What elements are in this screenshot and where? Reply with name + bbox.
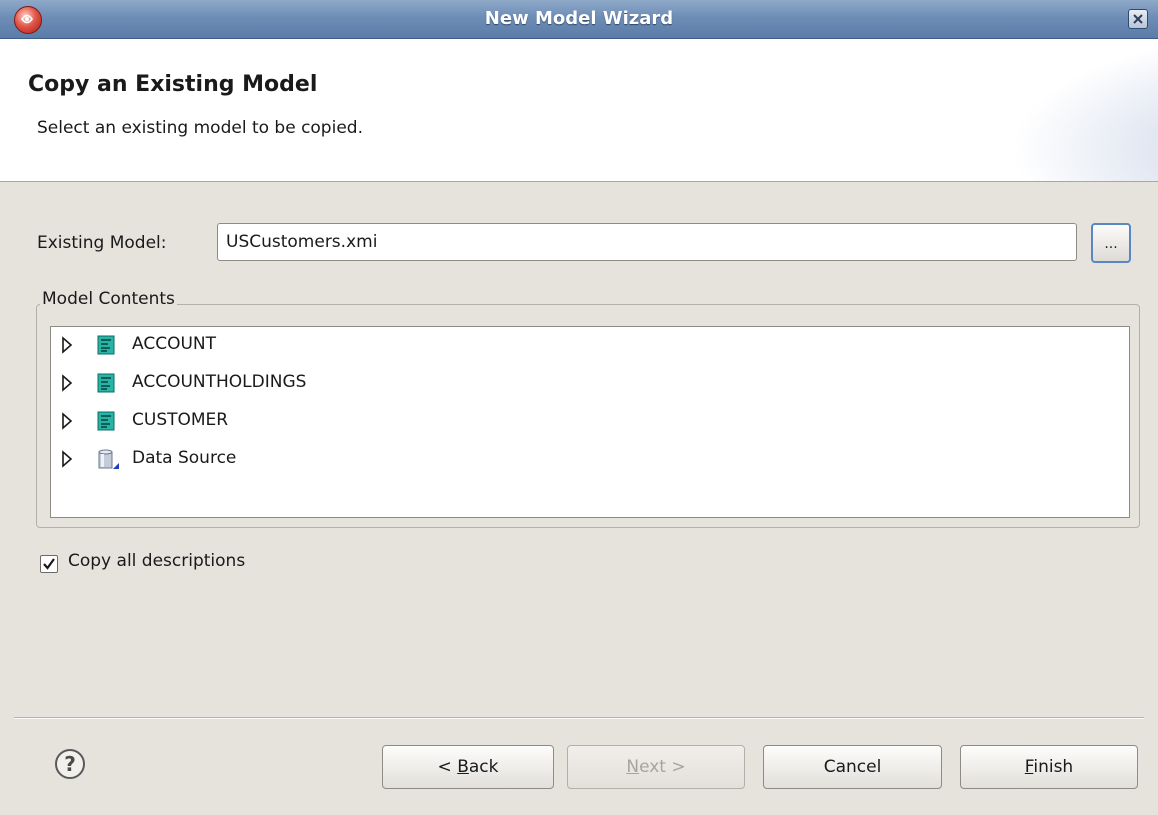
tree-item-label: ACCOUNTHOLDINGS: [132, 372, 307, 392]
existing-model-label: Existing Model:: [37, 233, 167, 253]
page-description: Select an existing model to be copied.: [37, 118, 363, 138]
tree-item-label: Data Source: [132, 448, 237, 468]
model-contents-legend: Model Contents: [40, 289, 177, 309]
page-title: Copy an Existing Model: [28, 72, 318, 97]
back-button[interactable]: < Back: [382, 745, 554, 789]
next-button: Next >: [567, 745, 745, 789]
cancel-button[interactable]: Cancel: [763, 745, 942, 789]
back-prefix: <: [437, 757, 458, 777]
expand-arrow-icon[interactable]: [61, 450, 73, 468]
existing-model-input[interactable]: [217, 223, 1077, 261]
expand-arrow-icon[interactable]: [61, 374, 73, 392]
tree-item-data-source[interactable]: Data Source: [51, 443, 1129, 475]
model-contents-tree[interactable]: ACCOUNT ACCOUNTHOLDINGS CUSTOMER Data So…: [50, 326, 1130, 518]
copy-descriptions-checkbox[interactable]: [40, 555, 58, 573]
title-bar[interactable]: New Model Wizard: [0, 0, 1158, 39]
back-mnemonic: B: [457, 757, 469, 777]
tree-item-customer[interactable]: CUSTOMER: [51, 405, 1129, 437]
footer-separator: [14, 717, 1144, 719]
tree-item-label: CUSTOMER: [132, 410, 229, 430]
wizard-window: New Model Wizard Copy an Existing Model …: [0, 0, 1158, 815]
banner-decoration: [1010, 39, 1158, 181]
checkmark-icon: [43, 558, 55, 570]
next-mnemonic: N: [626, 757, 640, 777]
browse-button[interactable]: ...: [1091, 223, 1131, 263]
tree-item-account[interactable]: ACCOUNT: [51, 329, 1129, 361]
close-icon: [1133, 14, 1143, 24]
expand-arrow-icon[interactable]: [61, 336, 73, 354]
header-banner: Copy an Existing Model Select an existin…: [0, 39, 1158, 182]
window-title: New Model Wizard: [484, 8, 674, 29]
close-button[interactable]: [1128, 9, 1148, 29]
finish-button[interactable]: Finish: [960, 745, 1138, 789]
tree-item-accountholdings[interactable]: ACCOUNTHOLDINGS: [51, 367, 1129, 399]
finish-rest: inish: [1033, 757, 1074, 777]
table-icon: [97, 411, 115, 431]
help-icon[interactable]: ?: [55, 749, 85, 779]
expand-arrow-icon[interactable]: [61, 412, 73, 430]
database-icon: [98, 449, 119, 469]
copy-descriptions-label[interactable]: Copy all descriptions: [68, 551, 245, 571]
tree-item-label: ACCOUNT: [132, 334, 216, 354]
back-rest: ack: [468, 757, 499, 777]
next-rest: ext >: [639, 757, 686, 777]
table-icon: [97, 373, 115, 393]
table-icon: [97, 335, 115, 355]
